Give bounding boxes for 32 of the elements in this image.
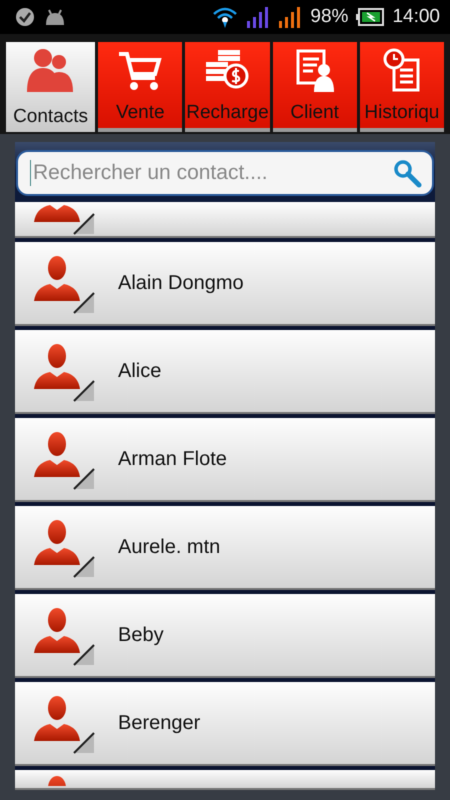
- signal-icon: [278, 6, 302, 28]
- search-field[interactable]: Rechercher un contact....: [30, 160, 392, 186]
- clock-document-icon: [382, 48, 422, 92]
- tab[interactable]: Recharge: [185, 42, 270, 132]
- search-icon: [392, 158, 422, 188]
- clock-time: 14:00: [392, 6, 440, 28]
- contact-row[interactable]: Aurele. mtn: [15, 506, 435, 590]
- contact-row[interactable]: Alice: [15, 330, 435, 414]
- wifi-icon: [212, 6, 238, 28]
- contact-row[interactable]: Berenger: [15, 682, 435, 766]
- search-bar[interactable]: Rechercher un contact....: [16, 150, 434, 196]
- contact-row[interactable]: [15, 202, 435, 238]
- contact-row[interactable]: Alain Dongmo: [15, 242, 435, 326]
- document-person-icon: [294, 48, 335, 92]
- tab[interactable]: Vente: [98, 42, 182, 132]
- contact-name: Arman Flote: [118, 448, 227, 470]
- battery-percentage: 98%: [310, 6, 348, 28]
- check-bubble-icon: [14, 7, 36, 27]
- battery-charging-icon: [356, 8, 384, 26]
- tab[interactable]: Client: [272, 42, 357, 132]
- tab[interactable]: Historiqu: [360, 42, 444, 132]
- contact-name: Berenger: [118, 712, 200, 734]
- contact-row[interactable]: Arman Flote: [15, 418, 435, 502]
- signal-icon: [246, 6, 270, 28]
- contact-row[interactable]: [15, 770, 435, 790]
- contact-row[interactable]: Beby: [15, 594, 435, 678]
- android-icon: [44, 9, 66, 25]
- contact-name: Alain Dongmo: [118, 272, 244, 294]
- contact-name: Alice: [118, 360, 162, 382]
- tab[interactable]: Contacts: [6, 42, 96, 132]
- contact-name: Aurele. mtn: [118, 536, 220, 558]
- contact-name: Beby: [118, 624, 164, 646]
